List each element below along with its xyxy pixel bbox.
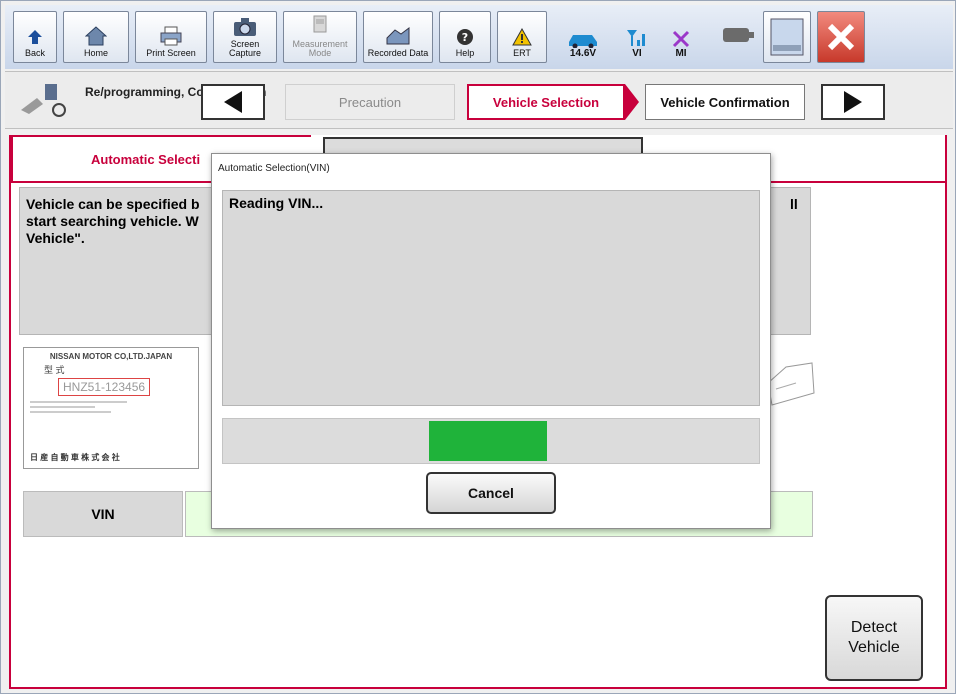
mi-status: MI [661,11,701,63]
cancel-button[interactable]: Cancel [426,472,556,514]
screen-capture-label: Screen Capture [228,39,262,58]
printer-icon [160,26,182,46]
vi-label: VI [632,48,642,59]
previous-step-button[interactable] [201,84,265,120]
recorded-data-icon [386,27,410,45]
app-window: Back Home Print Screen Screen Capture Me… [0,0,956,694]
help-button[interactable]: ? Help [439,11,491,63]
plate-line [30,401,128,403]
automatic-selection-dialog: Automatic Selection(VIN) Reading VIN... … [211,153,771,529]
home-label: Home [83,48,108,58]
battery-voltage: 14.6V [569,48,597,59]
mi-label: MI [675,48,687,59]
back-arrow-icon [28,30,42,44]
dialog-title: Automatic Selection(VIN) [218,163,330,174]
progress-fill [429,421,547,461]
print-screen-button[interactable]: Print Screen [135,11,207,63]
home-icon [85,26,107,46]
ert-button[interactable]: ERT [497,11,547,63]
step-vehicle-selection: Vehicle Selection [467,84,625,120]
recorded-data-label: Recorded Data [367,48,429,58]
help-label: Help [455,48,475,58]
plate-vin-example: HNZ51-123456 [58,378,151,396]
step-pointer-icon [625,84,639,120]
minimize-button[interactable] [763,11,811,63]
plate-line [30,411,111,413]
recorded-data-button[interactable]: Recorded Data [363,11,433,63]
step-precaution: Precaution [285,84,455,120]
plate-maker: NISSAN MOTOR CO,LTD.JAPAN [49,352,173,361]
vehicle-sketch-image [767,362,815,406]
vin-label: VIN [23,491,183,537]
measurement-icon [313,15,327,33]
detect-vehicle-button[interactable]: Detect Vehicle [825,595,923,681]
car-icon [569,35,597,48]
tab-automatic-label: Automatic Selecti [91,151,201,167]
battery-status: 14.6V [553,11,613,63]
left-triangle-icon [224,91,242,113]
close-icon [827,23,855,51]
progress-bar [222,418,760,464]
measurement-mode-label: Measurement Mode [292,39,348,58]
help-icon: ? [457,29,473,45]
connector-icon [723,28,754,42]
ert-label: ERT [513,48,531,58]
next-step-button[interactable] [821,84,885,120]
screen-capture-button[interactable]: Screen Capture [213,11,277,63]
instruction-right-fragment: ll [790,196,798,212]
minimize-icon [770,18,804,56]
print-screen-label: Print Screen [146,48,196,58]
plate-type-label: 型 式 [44,365,65,375]
back-label: Back [24,48,45,58]
measurement-mode-button[interactable]: Measurement Mode [283,11,357,63]
plate-line [30,406,95,408]
disconnected-x-icon [672,30,690,48]
dialog-message-box: Reading VIN... [222,190,760,406]
signal-icon [627,30,645,46]
reprogramming-icon [21,84,66,117]
home-button[interactable]: Home [63,11,129,63]
warning-icon [512,28,532,46]
toolbar: Back Home Print Screen Screen Capture Me… [5,5,953,69]
dialog-message: Reading VIN... [229,195,324,211]
right-triangle-icon [844,91,862,113]
plate-footer: 日 産 自 動 車 株 式 会 社 [30,453,120,462]
step-vehicle-confirmation: Vehicle Confirmation [645,84,805,120]
close-button[interactable] [817,11,865,63]
svg-text:?: ? [462,31,468,44]
vi-status: VI [617,11,657,63]
vin-plate-illustration: NISSAN MOTOR CO,LTD.JAPAN 型 式 HNZ51-1234… [23,347,199,469]
back-button[interactable]: Back [13,11,57,63]
navigation-bar: Re/programming, Configuration Precaution… [5,71,953,129]
camera-icon [234,18,256,36]
